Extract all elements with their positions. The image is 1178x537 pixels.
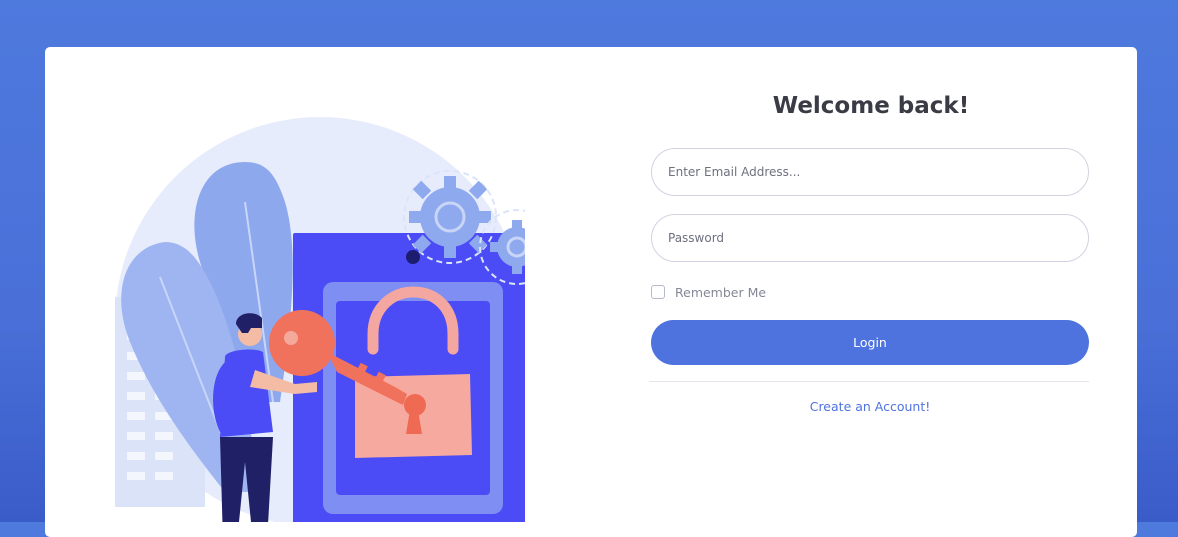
unlock-key-illustration-icon [105,102,555,537]
password-field[interactable] [651,214,1089,262]
email-field[interactable] [651,148,1089,196]
remember-me-label: Remember Me [675,284,767,300]
divider [649,381,1089,382]
remember-me-checkbox[interactable] [651,285,665,299]
page-title: Welcome back! [772,93,970,119]
remember-me-row[interactable]: Remember Me [651,284,766,300]
login-button[interactable]: Login [651,320,1089,365]
login-form: Welcome back! Remember Me Login Create a… [649,47,1091,537]
create-account-link[interactable]: Create an Account! [651,399,1089,414]
login-card: Welcome back! Remember Me Login Create a… [45,47,1137,537]
